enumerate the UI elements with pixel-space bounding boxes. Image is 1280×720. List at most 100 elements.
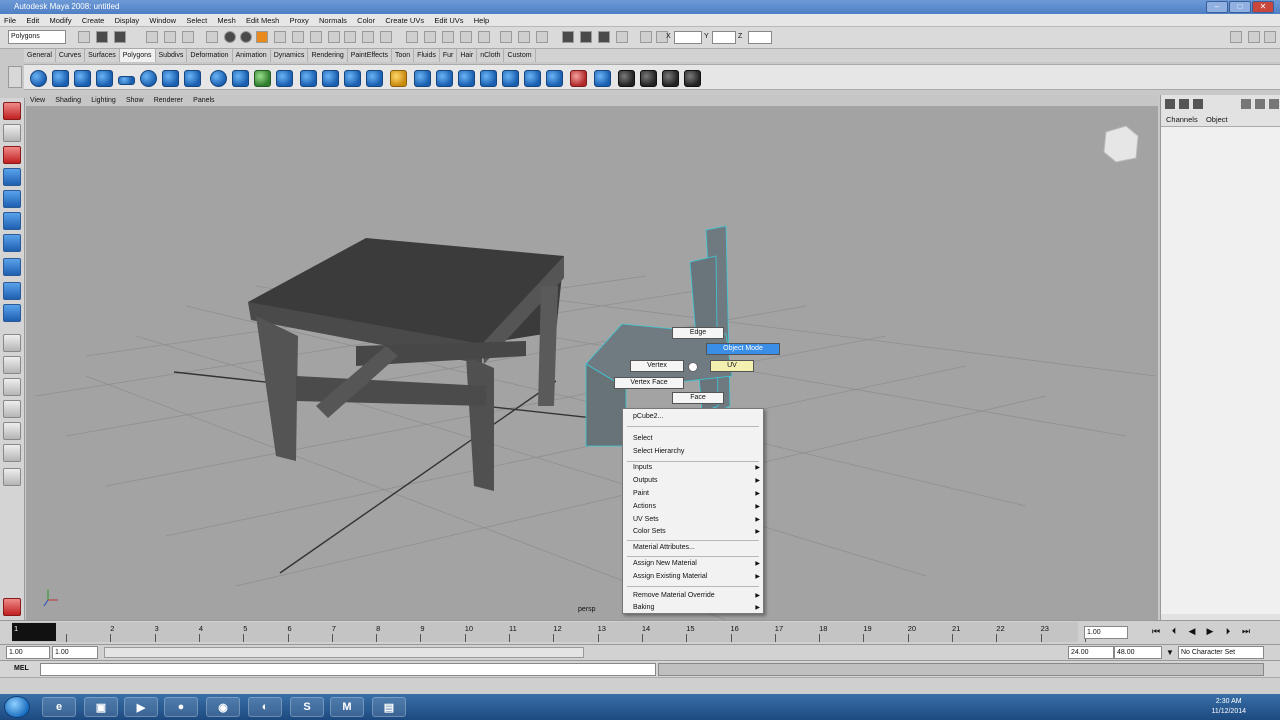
layout-outliner-icon[interactable] <box>3 422 21 440</box>
shelf-tab-surfaces[interactable]: Surfaces <box>85 49 120 62</box>
snap-curve-icon[interactable] <box>380 31 392 43</box>
sculpt-icon[interactable] <box>570 70 587 87</box>
cylindrical-map-icon[interactable] <box>640 70 657 87</box>
shelf-tab-subdivs[interactable]: Subdivs <box>156 49 188 62</box>
input-icon[interactable] <box>500 31 512 43</box>
shelf-tab-curves[interactable]: Curves <box>56 49 86 62</box>
mask-icon[interactable] <box>310 31 322 43</box>
context-menu-actions[interactable]: Actions ▶ <box>623 501 763 513</box>
new-scene-icon[interactable] <box>78 31 90 43</box>
shelf-menu-button[interactable] <box>8 66 22 88</box>
context-menu-baking[interactable]: Baking ▶ <box>623 602 763 614</box>
system-clock[interactable]: 2:30 AM 11/12/2014 <box>1211 697 1246 717</box>
move-tool-icon[interactable] <box>3 168 21 186</box>
marking-menu-face[interactable]: Face <box>672 392 724 404</box>
uv-editor-icon[interactable] <box>594 70 611 87</box>
menu-normals[interactable]: Normals <box>315 14 351 27</box>
context-menu-select-hierarchy[interactable]: Select Hierarchy <box>623 446 763 458</box>
select-by-type-icon[interactable] <box>256 31 268 43</box>
context-menu-paint[interactable]: Paint ▶ <box>623 488 763 500</box>
viewport-corner-icon[interactable] <box>3 598 21 616</box>
shelf-tab-rendering[interactable]: Rendering <box>308 49 348 62</box>
character-set-field[interactable]: No Character Set <box>1178 646 1264 659</box>
poly-helix-icon[interactable] <box>232 70 249 87</box>
merge-icon[interactable] <box>546 70 563 87</box>
offset-edge-icon[interactable] <box>524 70 541 87</box>
close-button[interactable]: ✕ <box>1252 1 1274 13</box>
poly-cube-icon[interactable] <box>52 70 69 87</box>
output-icon[interactable] <box>518 31 530 43</box>
lasso-tool-icon[interactable] <box>3 124 21 142</box>
menu-select[interactable]: Select <box>182 14 211 27</box>
select-tool-icon[interactable] <box>3 102 21 120</box>
view-cube[interactable] <box>1103 125 1139 163</box>
average-vertices-icon[interactable] <box>344 70 361 87</box>
snap-plane-icon[interactable] <box>424 31 436 43</box>
x-field[interactable] <box>674 31 702 44</box>
step-forward-icon[interactable]: ⏵ <box>1220 626 1236 640</box>
maximize-button[interactable]: □ <box>1229 1 1251 13</box>
poly-cone-icon[interactable] <box>96 70 113 87</box>
shelf-tab-animation[interactable]: Animation <box>233 49 271 62</box>
auto-map-icon[interactable] <box>684 70 701 87</box>
layout-stack-icon[interactable] <box>3 400 21 418</box>
snap-grid-icon[interactable] <box>362 31 374 43</box>
shelf-tab-painteffects[interactable]: PaintEffects <box>348 49 392 62</box>
skype-icon[interactable]: S <box>290 697 324 717</box>
file-explorer-icon[interactable]: ▣ <box>84 697 118 717</box>
panel-menu-shading[interactable]: Shading <box>51 95 85 106</box>
show-manipulator-icon[interactable] <box>3 282 21 300</box>
marking-menu-uv[interactable]: UV <box>710 360 754 372</box>
dot-icon[interactable] <box>224 31 236 43</box>
menu-color[interactable]: Color <box>353 14 379 27</box>
show-channel-box-icon[interactable] <box>1264 31 1276 43</box>
menu-proxy[interactable]: Proxy <box>286 14 313 27</box>
media-player-icon[interactable]: ▶ <box>124 697 158 717</box>
menu-edit-uvs[interactable]: Edit UVs <box>430 14 467 27</box>
select-object-icon[interactable] <box>164 31 176 43</box>
current-frame-field[interactable]: 1.00 <box>1084 626 1128 639</box>
z-field[interactable] <box>748 31 772 44</box>
layout-four-icon[interactable] <box>3 356 21 374</box>
render-icon[interactable] <box>580 31 592 43</box>
options-icon[interactable] <box>1241 99 1251 109</box>
layout-single-icon[interactable] <box>3 334 21 352</box>
shelf-tab-dynamics[interactable]: Dynamics <box>271 49 309 62</box>
extrude-icon[interactable] <box>414 70 431 87</box>
snap-point-icon[interactable] <box>406 31 418 43</box>
menu-file[interactable]: File <box>0 14 20 27</box>
panel-menu-view[interactable]: View <box>26 95 49 106</box>
bridge-icon[interactable] <box>436 70 453 87</box>
options-icon[interactable] <box>1255 99 1265 109</box>
marking-menu-edge[interactable]: Edge <box>672 327 724 339</box>
save-scene-icon[interactable] <box>114 31 126 43</box>
shelf-tab-polygons[interactable]: Polygons <box>119 49 156 62</box>
shelf-tab-fur[interactable]: Fur <box>440 49 458 62</box>
browser-icon[interactable]: ◐ <box>248 697 282 717</box>
maya-icon[interactable]: M <box>330 697 364 717</box>
end-time-field[interactable]: 48.00 <box>1114 646 1162 659</box>
question-icon[interactable] <box>344 31 356 43</box>
bool-union-icon[interactable] <box>390 70 407 87</box>
paint-icon[interactable]: ▤ <box>372 697 406 717</box>
start-button-icon[interactable] <box>4 696 30 718</box>
firefox-icon[interactable]: ● <box>164 697 198 717</box>
append-icon[interactable] <box>458 70 475 87</box>
show-tool-settings-icon[interactable] <box>1248 31 1260 43</box>
split-icon[interactable] <box>480 70 497 87</box>
chevron-down-icon[interactable]: ▼ <box>1166 648 1174 657</box>
shelf-tab-hair[interactable]: Hair <box>457 49 478 62</box>
mirror-icon[interactable] <box>366 70 383 87</box>
render-view-icon[interactable] <box>562 31 574 43</box>
context-menu-remove-material-override[interactable]: Remove Material Override ▶ <box>623 590 763 602</box>
marking-menu-object-mode[interactable]: Object Mode <box>706 343 780 355</box>
panel-menu-show[interactable]: Show <box>122 95 148 106</box>
show-attribute-editor-icon[interactable] <box>1230 31 1242 43</box>
poly-sphere-icon[interactable] <box>30 70 47 87</box>
context-menu-inputs[interactable]: Inputs ▶ <box>623 462 763 474</box>
spherical-map-icon[interactable] <box>662 70 679 87</box>
internet-explorer-icon[interactable]: e <box>42 697 76 717</box>
step-back-icon[interactable]: ⏴ <box>1166 626 1182 640</box>
options-icon[interactable] <box>1269 99 1279 109</box>
render-settings-icon[interactable] <box>616 31 628 43</box>
